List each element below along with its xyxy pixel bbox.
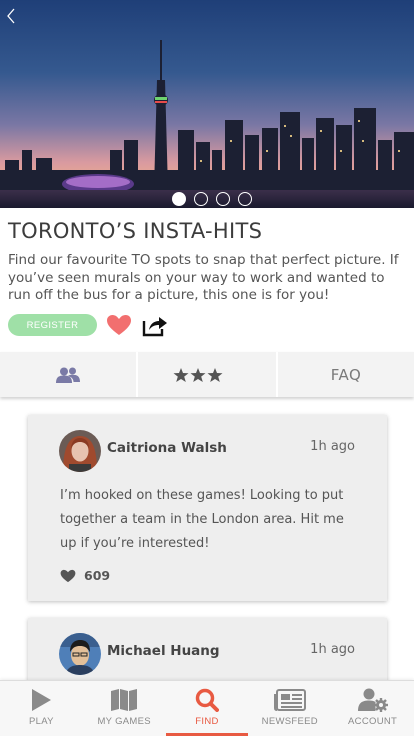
carousel-dot[interactable] [194, 192, 208, 206]
carousel-dot[interactable] [238, 192, 252, 206]
carousel-dots [0, 192, 414, 206]
tab-community[interactable] [0, 352, 138, 397]
event-actions: REGISTER [8, 312, 169, 338]
bottom-navigation: PLAY MY GAMES FIND NEWSFEED ACCOUNT [0, 680, 414, 736]
tab-rating[interactable] [138, 352, 278, 397]
heart-icon [107, 315, 131, 335]
comment-text: I’m hooked on these games! Looking to pu… [60, 488, 344, 551]
tab-faq[interactable]: FAQ [278, 352, 414, 397]
play-icon [32, 689, 52, 711]
nav-item-account[interactable]: ACCOUNT [331, 681, 414, 736]
nav-item-my-games[interactable]: MY GAMES [83, 681, 166, 736]
like-count: 609 [84, 568, 111, 583]
nav-item-find[interactable]: FIND [165, 681, 249, 736]
nav-label: PLAY [29, 716, 54, 727]
carousel-dot[interactable] [172, 192, 186, 206]
event-title: TORONTO’S INSTA-HITS [8, 219, 263, 243]
comment-card: Caitriona Walsh 1h ago I’m hooked on the… [28, 415, 387, 601]
account-settings-icon [357, 688, 388, 712]
share-button[interactable] [141, 312, 169, 338]
nav-item-newsfeed[interactable]: NEWSFEED [248, 681, 331, 736]
avatar [59, 633, 101, 675]
comment-time: 1h ago [310, 439, 355, 454]
newspaper-icon [273, 689, 306, 711]
search-icon [195, 688, 219, 712]
hero-image [0, 0, 414, 208]
back-button[interactable] [2, 4, 20, 28]
avatar-photo [59, 430, 101, 472]
people-icon [56, 367, 80, 383]
event-description: Find our favourite TO spots to snap that… [8, 252, 399, 303]
rating-stars-icon [173, 367, 223, 382]
nav-item-play[interactable]: PLAY [0, 681, 83, 736]
avatar-photo [59, 633, 101, 675]
share-icon [142, 317, 167, 337]
nav-label: FIND [195, 716, 219, 727]
register-button[interactable]: REGISTER [8, 314, 97, 336]
like-button[interactable]: 609 [60, 568, 110, 583]
comment-card: Michael Huang 1h ago [28, 618, 387, 680]
carousel-dot[interactable] [216, 192, 230, 206]
comment-time: 1h ago [310, 642, 355, 657]
toronto-skyline-photo [0, 0, 414, 208]
comment-author[interactable]: Caitriona Walsh [107, 440, 227, 456]
favorite-button[interactable] [105, 312, 133, 338]
nav-label: NEWSFEED [261, 716, 318, 727]
comment-feed[interactable]: Caitriona Walsh 1h ago I’m hooked on the… [0, 397, 414, 680]
nav-label: MY GAMES [97, 716, 151, 727]
nav-label: ACCOUNT [348, 716, 398, 727]
comment-author[interactable]: Michael Huang [107, 643, 220, 659]
detail-tabs: FAQ [0, 352, 414, 397]
chevron-left-icon [7, 8, 15, 24]
map-icon [111, 689, 138, 711]
avatar [59, 430, 101, 472]
heart-icon [60, 569, 76, 582]
